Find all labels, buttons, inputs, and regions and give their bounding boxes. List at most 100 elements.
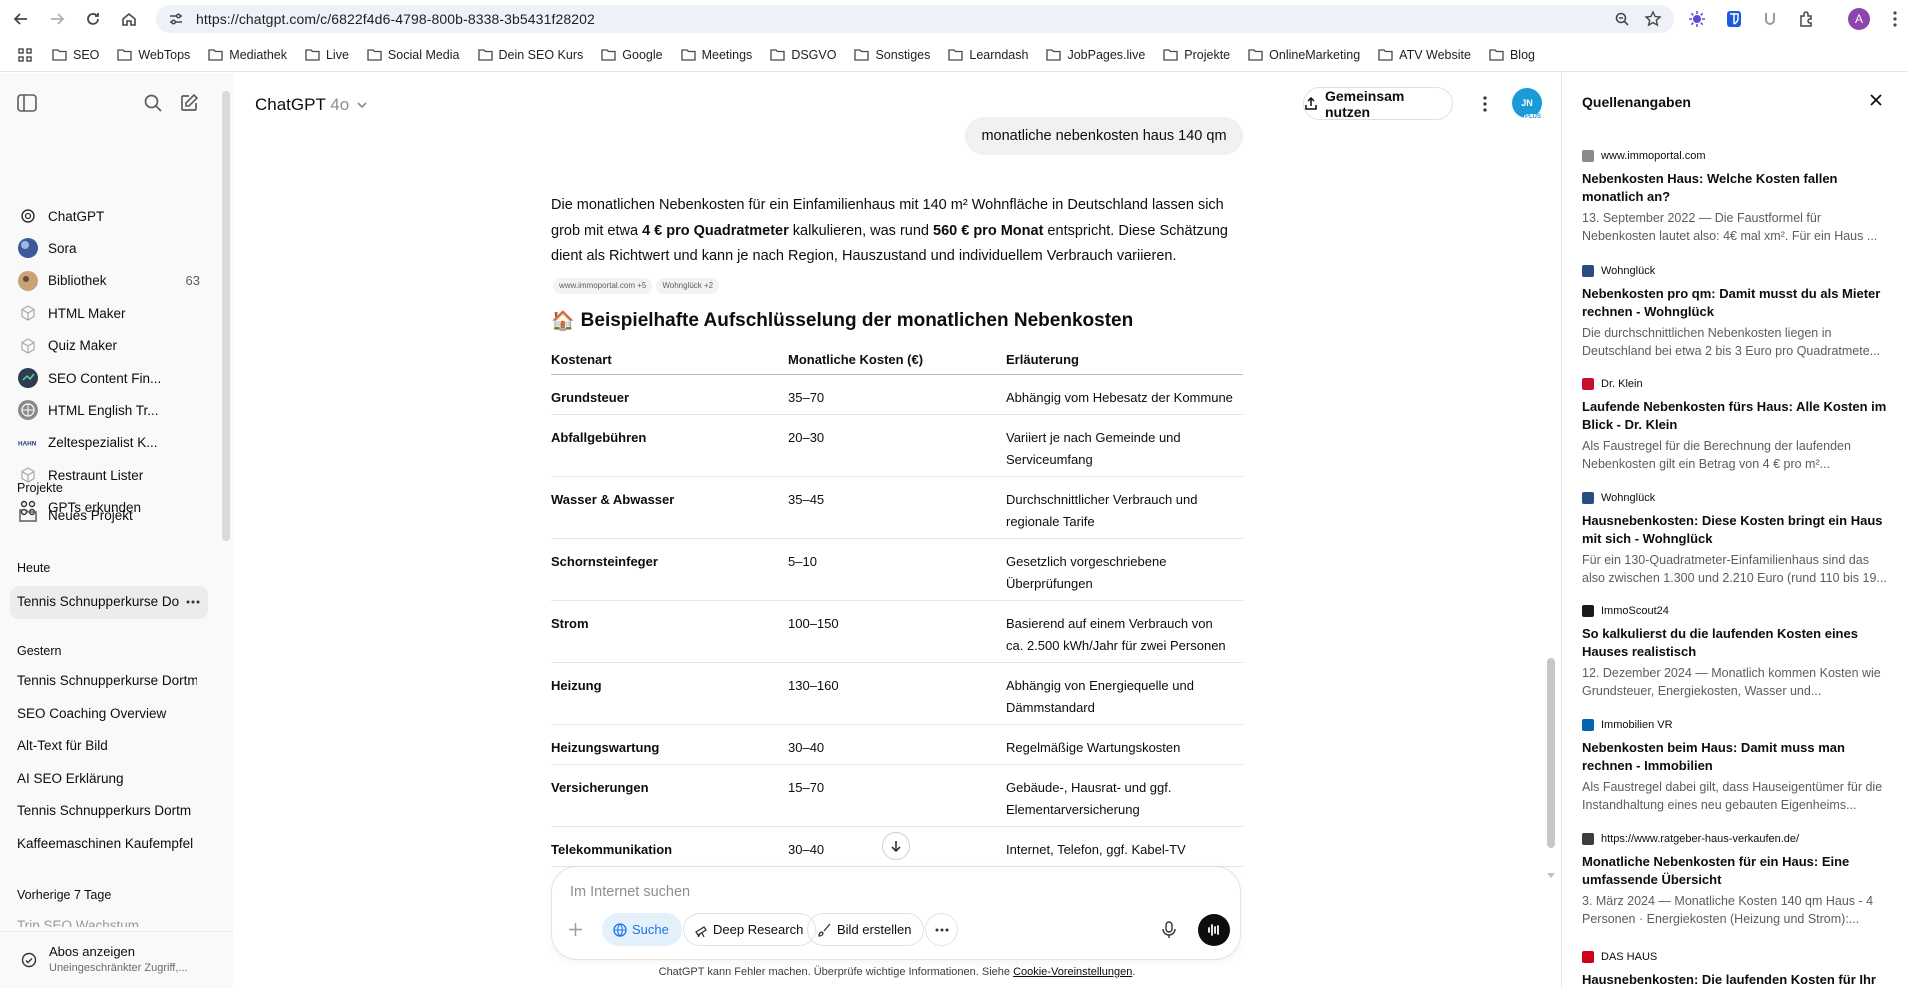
source-title[interactable]: Monatliche Nebenkosten für ein Haus: Ein… bbox=[1582, 853, 1892, 889]
folder-icon bbox=[477, 49, 493, 61]
bookmark-folder[interactable]: DSGVO bbox=[770, 48, 836, 62]
chat-item[interactable]: SEO Coaching Overview bbox=[17, 706, 197, 721]
extension-bitwarden-icon[interactable] bbox=[1724, 9, 1744, 29]
extension-u-icon[interactable] bbox=[1760, 9, 1780, 29]
search-toggle-button[interactable]: Suche bbox=[602, 913, 682, 946]
sidebar-item-chatgpt[interactable]: ChatGPT bbox=[10, 200, 208, 232]
bookmark-folder[interactable]: Sonstiges bbox=[854, 48, 930, 62]
composer[interactable]: Im Internet suchen Suche Deep Research B… bbox=[551, 866, 1241, 960]
bookmark-folder[interactable]: Social Media bbox=[367, 48, 460, 62]
source-item[interactable]: ImmoScout24 So kalkulierst du die laufend… bbox=[1582, 603, 1892, 700]
bookmark-folder[interactable]: Live bbox=[305, 48, 349, 62]
scroll-arrow-icon[interactable] bbox=[1546, 872, 1556, 879]
bookmark-folder[interactable]: Blog bbox=[1489, 48, 1535, 62]
scroll-down-button[interactable] bbox=[882, 832, 910, 860]
sidebar-item-zeltespezialist-k[interactable]: HAHN Zeltespezialist K... bbox=[10, 427, 208, 459]
sidebar-item-label: Sora bbox=[48, 240, 77, 256]
bookmark-folder[interactable]: ATV Website bbox=[1378, 48, 1471, 62]
sidebar-item-html-maker[interactable]: HTML Maker bbox=[10, 297, 208, 329]
gpt-cube-icon bbox=[18, 336, 38, 356]
deep-research-button[interactable]: Deep Research bbox=[683, 913, 817, 946]
zoom-icon[interactable] bbox=[1614, 11, 1630, 27]
bookmark-folder[interactable]: JobPages.live bbox=[1046, 48, 1145, 62]
bookmark-folder[interactable]: Dein SEO Kurs bbox=[477, 48, 583, 62]
bookmark-folder[interactable]: WebTops bbox=[117, 48, 190, 62]
toggle-sidebar-icon[interactable] bbox=[17, 94, 37, 112]
bookmark-folder[interactable]: OnlineMarketing bbox=[1248, 48, 1360, 62]
source-title[interactable]: Nebenkosten Haus: Welche Kosten fallen m… bbox=[1582, 170, 1892, 206]
svg-text:HAHN: HAHN bbox=[18, 441, 37, 448]
chat-item-partial[interactable]: Trip SEO Wachstum bbox=[17, 918, 197, 927]
main-scrollbar[interactable] bbox=[1547, 658, 1555, 848]
microphone-icon[interactable] bbox=[1162, 921, 1176, 939]
apps-grid-icon[interactable] bbox=[18, 47, 32, 62]
share-button[interactable]: Gemeinsam nutzen bbox=[1303, 87, 1453, 120]
bookmark-folder[interactable]: Meetings bbox=[680, 48, 752, 62]
source-item[interactable]: www.immoportal.com Nebenkosten Haus: Welc… bbox=[1582, 148, 1892, 245]
source-title[interactable]: So kalkulierst du die laufenden Kosten e… bbox=[1582, 625, 1892, 661]
more-options-icon[interactable] bbox=[1483, 96, 1487, 112]
cost-type-cell: Versicherungen bbox=[551, 764, 788, 827]
active-chat-item[interactable]: Tennis Schnupperkurse Dortm bbox=[10, 586, 208, 619]
bookmark-star-icon[interactable] bbox=[1644, 10, 1662, 28]
source-chip[interactable]: Wohnglück +2 bbox=[656, 278, 720, 294]
chat-item[interactable]: Tennis Schnupperkurs Dortm bbox=[17, 803, 197, 818]
search-icon[interactable] bbox=[143, 93, 163, 113]
sidebar-scrollbar[interactable] bbox=[222, 91, 230, 541]
more-tools-button[interactable] bbox=[925, 913, 958, 946]
folder-icon bbox=[52, 49, 67, 61]
extension-sun-icon[interactable] bbox=[1687, 9, 1707, 29]
source-title[interactable]: Laufende Nebenkosten fürs Haus: Alle Kos… bbox=[1582, 398, 1892, 434]
cookie-settings-link[interactable]: Cookie-Voreinstellungen bbox=[1013, 966, 1132, 978]
source-title[interactable]: Nebenkosten pro qm: Damit musst du als M… bbox=[1582, 285, 1892, 321]
source-item[interactable]: Wohnglück Nebenkosten pro qm: Damit musst… bbox=[1582, 263, 1892, 360]
source-item[interactable]: DAS HAUS Hausnebenkosten: Die laufenden K… bbox=[1582, 949, 1892, 989]
sidebar-item-sora[interactable]: Sora bbox=[10, 232, 208, 264]
profile-avatar[interactable]: A bbox=[1848, 8, 1870, 30]
new-chat-icon[interactable] bbox=[179, 93, 199, 113]
bookmark-folder[interactable]: Google bbox=[601, 48, 663, 62]
source-site: Wohnglück bbox=[1582, 263, 1892, 279]
chat-item[interactable]: Kaffeemaschinen Kaufempfel bbox=[17, 836, 197, 851]
user-avatar[interactable]: JN PLUS bbox=[1512, 88, 1542, 120]
source-title[interactable]: Hausnebenkosten: Diese Kosten bringt ein… bbox=[1582, 512, 1892, 548]
chat-item[interactable]: AI SEO Erklärung bbox=[17, 771, 197, 786]
voice-mode-button[interactable] bbox=[1198, 914, 1230, 946]
favicon-icon bbox=[1582, 492, 1594, 504]
sidebar-item-quiz-maker[interactable]: Quiz Maker bbox=[10, 330, 208, 362]
bookmark-folder[interactable]: SEO bbox=[52, 48, 99, 62]
bookmark-folder[interactable]: Projekte bbox=[1163, 48, 1230, 62]
create-image-button[interactable]: Bild erstellen bbox=[807, 913, 925, 946]
source-item[interactable]: https://www.ratgeber-haus-verkaufen.de/M… bbox=[1582, 831, 1892, 928]
bookmark-folder[interactable]: Mediathek bbox=[208, 48, 287, 62]
source-snippet: Als Faustregel dabei gilt, dass Hauseige… bbox=[1582, 780, 1883, 812]
source-item[interactable]: Dr. Klein Laufende Nebenkosten fürs Haus:… bbox=[1582, 376, 1892, 473]
chat-item[interactable]: Alt-Text für Bild bbox=[17, 738, 197, 753]
model-selector[interactable]: ChatGPT 4o bbox=[255, 95, 367, 115]
sidebar-item-bibliothek[interactable]: Bibliothek 63 bbox=[10, 265, 208, 297]
site-settings-icon[interactable] bbox=[168, 11, 184, 27]
source-title[interactable]: Hausnebenkosten: Die laufenden Kosten fü… bbox=[1582, 971, 1892, 989]
bookmark-folder[interactable]: Learndash bbox=[948, 48, 1028, 62]
forward-button[interactable] bbox=[46, 8, 68, 30]
browser-menu-icon[interactable] bbox=[1885, 9, 1905, 29]
sidebar-item-seo-content-fin[interactable]: SEO Content Fin... bbox=[10, 362, 208, 394]
sidebar-item-label: Bibliothek bbox=[48, 273, 107, 289]
close-icon[interactable] bbox=[1870, 94, 1882, 106]
back-button[interactable] bbox=[10, 8, 32, 30]
composer-input[interactable]: Im Internet suchen bbox=[570, 884, 690, 900]
source-item[interactable]: Wohnglück Hausnebenkosten: Diese Kosten b… bbox=[1582, 490, 1892, 587]
home-button[interactable] bbox=[118, 8, 140, 30]
plus-icon[interactable] bbox=[568, 922, 583, 937]
address-bar[interactable]: https://chatgpt.com/c/6822f4d6-4798-800b… bbox=[156, 5, 1674, 33]
chat-item[interactable]: Tennis Schnupperkurse Dortm bbox=[17, 673, 197, 688]
source-item[interactable]: Immobilien VR Nebenkosten beim Haus: Dami… bbox=[1582, 717, 1892, 814]
sidebar-item-html-english-tr[interactable]: HTML English Tr... bbox=[10, 394, 208, 426]
source-title[interactable]: Nebenkosten beim Haus: Damit muss man re… bbox=[1582, 739, 1892, 775]
new-project-button[interactable]: Neues Projekt bbox=[10, 499, 208, 531]
reload-button[interactable] bbox=[82, 8, 104, 30]
extensions-puzzle-icon[interactable] bbox=[1797, 9, 1817, 29]
chat-options-icon[interactable] bbox=[186, 600, 200, 604]
source-chip[interactable]: www.immoportal.com +5 bbox=[553, 278, 653, 294]
upgrade-plan-button[interactable]: Abos anzeigen Uneingeschränkter Zugriff,… bbox=[0, 931, 233, 988]
